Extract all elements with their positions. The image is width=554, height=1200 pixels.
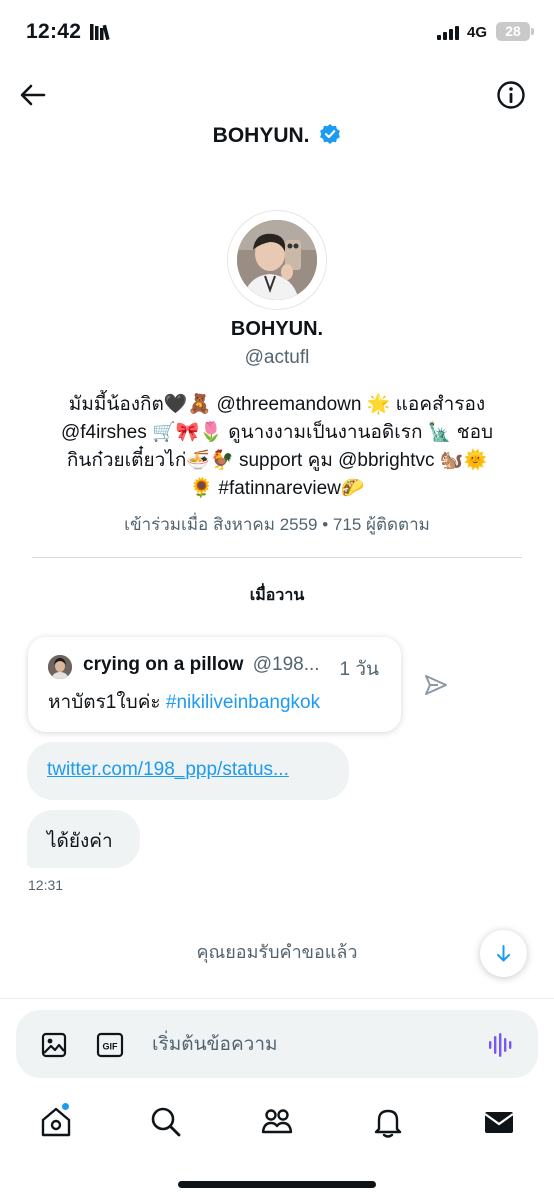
envelope-icon (484, 1112, 514, 1133)
communities-icon (261, 1109, 293, 1134)
quoted-tweet-time: 1 วัน (339, 659, 379, 680)
battery-icon: 28 (496, 22, 530, 41)
quoted-tweet-header: crying on a pillow @198... (83, 654, 320, 676)
tab-notifications[interactable] (370, 1104, 406, 1140)
back-arrow-icon[interactable] (16, 78, 50, 112)
composer-area: GIF (0, 998, 554, 1090)
quoted-author-name: crying on a pillow (83, 654, 244, 675)
voice-message-icon[interactable] (486, 1030, 516, 1060)
notification-dot (61, 1102, 70, 1111)
quoted-tweet-card[interactable]: crying on a pillow @198... 1 วัน หาบัตร1… (28, 637, 401, 732)
quoted-author-handle: @198... (252, 654, 320, 675)
search-icon (151, 1107, 181, 1137)
message-input[interactable] (152, 1030, 472, 1060)
message-composer: GIF (16, 1010, 538, 1078)
bio-line: 🌻 #fatinnareview🌮 (189, 478, 365, 499)
library-icon (90, 24, 110, 41)
date-separator: เมื่อวาน (249, 587, 305, 604)
profile-meta: เข้าร่วมเมื่อ สิงหาคม 2559 • 715 ผู้ติดต… (124, 515, 430, 534)
profile-bio: มัมมี้น้องกิต🖤🧸 @threemandown 🌟 แอคสำรอง… (30, 391, 524, 503)
avatar-photo (237, 220, 317, 300)
profile-avatar[interactable] (227, 210, 327, 310)
gif-label: GIF (103, 1042, 119, 1052)
battery-tip (531, 28, 534, 35)
hashtag-link[interactable]: #nikiliveinbangkok (166, 692, 320, 713)
status-bar: 12:42 4G 28 (0, 0, 554, 66)
quoted-tweet-body: หาบัตร1ใบค่ะ (48, 692, 166, 713)
message-timestamp: 12:31 (28, 877, 64, 893)
arrow-down-icon (497, 945, 510, 962)
scroll-to-bottom-button[interactable] (480, 930, 527, 977)
quoted-avatar-illustration (48, 655, 72, 679)
signal-icon (437, 26, 459, 40)
request-accepted-notice: คุณยอมรับคำขอแล้ว (196, 942, 358, 962)
avatar-illustration (237, 220, 317, 300)
bio-line: กินก๋วยเตี๋ยวไก่🍜🐓 support คูม @bbrightv… (66, 450, 488, 471)
home-indicator (178, 1181, 376, 1188)
reply-message-text: ได้ยังค่า (47, 831, 113, 852)
bell-icon (374, 1109, 402, 1138)
tab-messages[interactable] (481, 1104, 517, 1140)
network-type: 4G (467, 24, 488, 41)
image-icon[interactable] (40, 1031, 68, 1059)
conversation-title-text: BOHYUN. (212, 124, 310, 147)
conversation-title: BOHYUN. (0, 123, 554, 148)
status-time: 12:42 (26, 20, 82, 43)
quoted-tweet-text: หาบัตร1ใบค่ะ #nikiliveinbangkok (48, 687, 320, 717)
link-message-bubble[interactable]: twitter.com/198_ppp/status... (27, 742, 349, 800)
tab-search[interactable] (148, 1104, 184, 1140)
verified-badge-icon (320, 124, 341, 144)
share-send-icon[interactable] (423, 672, 449, 698)
bio-line: @f4irshes 🛒🎀🌷 ดูนางงามเป็นงานอดิเรก 🗽 ชอ… (60, 422, 494, 443)
divider (32, 557, 522, 558)
bio-line: มัมมี้น้องกิต🖤🧸 @threemandown 🌟 แอคสำรอง (68, 394, 486, 415)
tab-communities[interactable] (259, 1104, 295, 1140)
reply-message-bubble[interactable]: ได้ยังค่า (27, 810, 140, 868)
tab-home[interactable] (38, 1102, 74, 1140)
gif-icon[interactable]: GIF (96, 1031, 124, 1059)
info-icon[interactable] (494, 78, 528, 112)
profile-handle: @actufl (244, 347, 310, 368)
quoted-author-avatar (48, 655, 72, 679)
profile-name: BOHYUN. (230, 318, 324, 340)
message-link[interactable]: twitter.com/198_ppp/status... (47, 759, 289, 780)
